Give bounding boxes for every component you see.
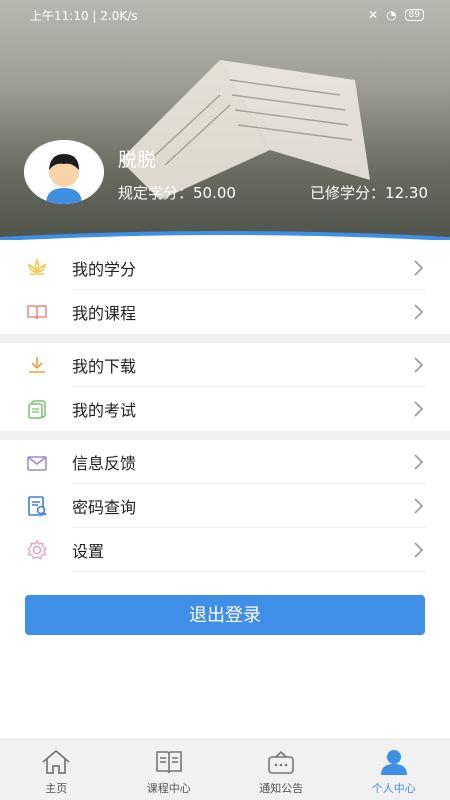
- menu-my-courses[interactable]: 我的课程: [0, 290, 450, 334]
- section-divider: [0, 431, 450, 440]
- tab-personal-center[interactable]: 个人中心: [338, 740, 450, 800]
- notice-icon: [268, 750, 295, 774]
- menu-label: 设置: [72, 542, 105, 561]
- mail-icon: [22, 447, 52, 477]
- menu-label: 我的下载: [72, 357, 137, 376]
- section-divider: [0, 334, 450, 343]
- tab-label: 通知公告: [259, 782, 304, 795]
- chevron-right-icon: [414, 454, 424, 470]
- lotus-icon: [22, 253, 52, 283]
- menu-label: 我的学分: [72, 260, 137, 279]
- profile-header: 脱脱 规定学分：50.00 已修学分：12.30: [0, 0, 450, 240]
- book-photo: [120, 60, 370, 200]
- earned-credits: 已修学分：12.30: [310, 184, 428, 202]
- open-book-icon: [155, 751, 182, 774]
- book-icon: [22, 297, 52, 327]
- chevron-right-icon: [414, 357, 424, 373]
- menu-my-exams[interactable]: 我的考试: [0, 387, 450, 431]
- user-name: 脱脱: [118, 149, 157, 171]
- person-icon: [380, 750, 407, 775]
- menu-my-credits[interactable]: 我的学分: [0, 246, 450, 290]
- status-bar: 上午11:10 | 2.0K/s ✕ ◔ 89: [0, 0, 450, 30]
- chevron-right-icon: [414, 304, 424, 320]
- tab-label: 个人中心: [371, 782, 416, 795]
- menu-label: 密码查询: [72, 498, 137, 517]
- tab-label: 主页: [45, 782, 68, 795]
- menu-label: 我的课程: [72, 304, 137, 323]
- exam-icon: [22, 394, 52, 424]
- header-wave: [0, 231, 450, 240]
- download-icon: [22, 350, 52, 380]
- menu-settings[interactable]: 设置: [0, 528, 450, 572]
- chevron-right-icon: [414, 260, 424, 276]
- home-icon: [42, 749, 70, 774]
- menu-my-downloads[interactable]: 我的下载: [0, 343, 450, 387]
- chevron-right-icon: [414, 401, 424, 417]
- tab-label: 课程中心: [146, 782, 191, 795]
- menu-password-query[interactable]: 密码查询: [0, 484, 450, 528]
- logout-button[interactable]: 退出登录: [25, 595, 425, 635]
- tab-home[interactable]: 主页: [0, 740, 113, 800]
- tab-notices[interactable]: 通知公告: [225, 740, 338, 800]
- gear-icon: [22, 535, 52, 565]
- tab-course-center[interactable]: 课程中心: [113, 740, 226, 800]
- menu-feedback[interactable]: 信息反馈: [0, 440, 450, 484]
- menu-label: 信息反馈: [72, 454, 137, 473]
- document-search-icon: [22, 491, 52, 521]
- chevron-right-icon: [414, 542, 424, 558]
- avatar-icon: [24, 140, 104, 204]
- sim-icon: ✕: [368, 8, 379, 22]
- chevron-right-icon: [414, 498, 424, 514]
- avatar[interactable]: [24, 140, 104, 204]
- wifi-icon: ◔: [386, 8, 397, 22]
- menu-label: 我的考试: [72, 401, 137, 420]
- bottom-tab-bar: 主页 课程中心 通知公告 个人中心: [0, 739, 450, 800]
- profile-menu: 我的学分 我的课程 我的下载 我的考试 信息反馈 密码查询 设置: [0, 246, 450, 572]
- battery-icon: 89: [404, 9, 424, 21]
- required-credits: 规定学分：50.00: [118, 184, 236, 202]
- credits-summary: 规定学分：50.00 已修学分：12.30: [118, 182, 428, 203]
